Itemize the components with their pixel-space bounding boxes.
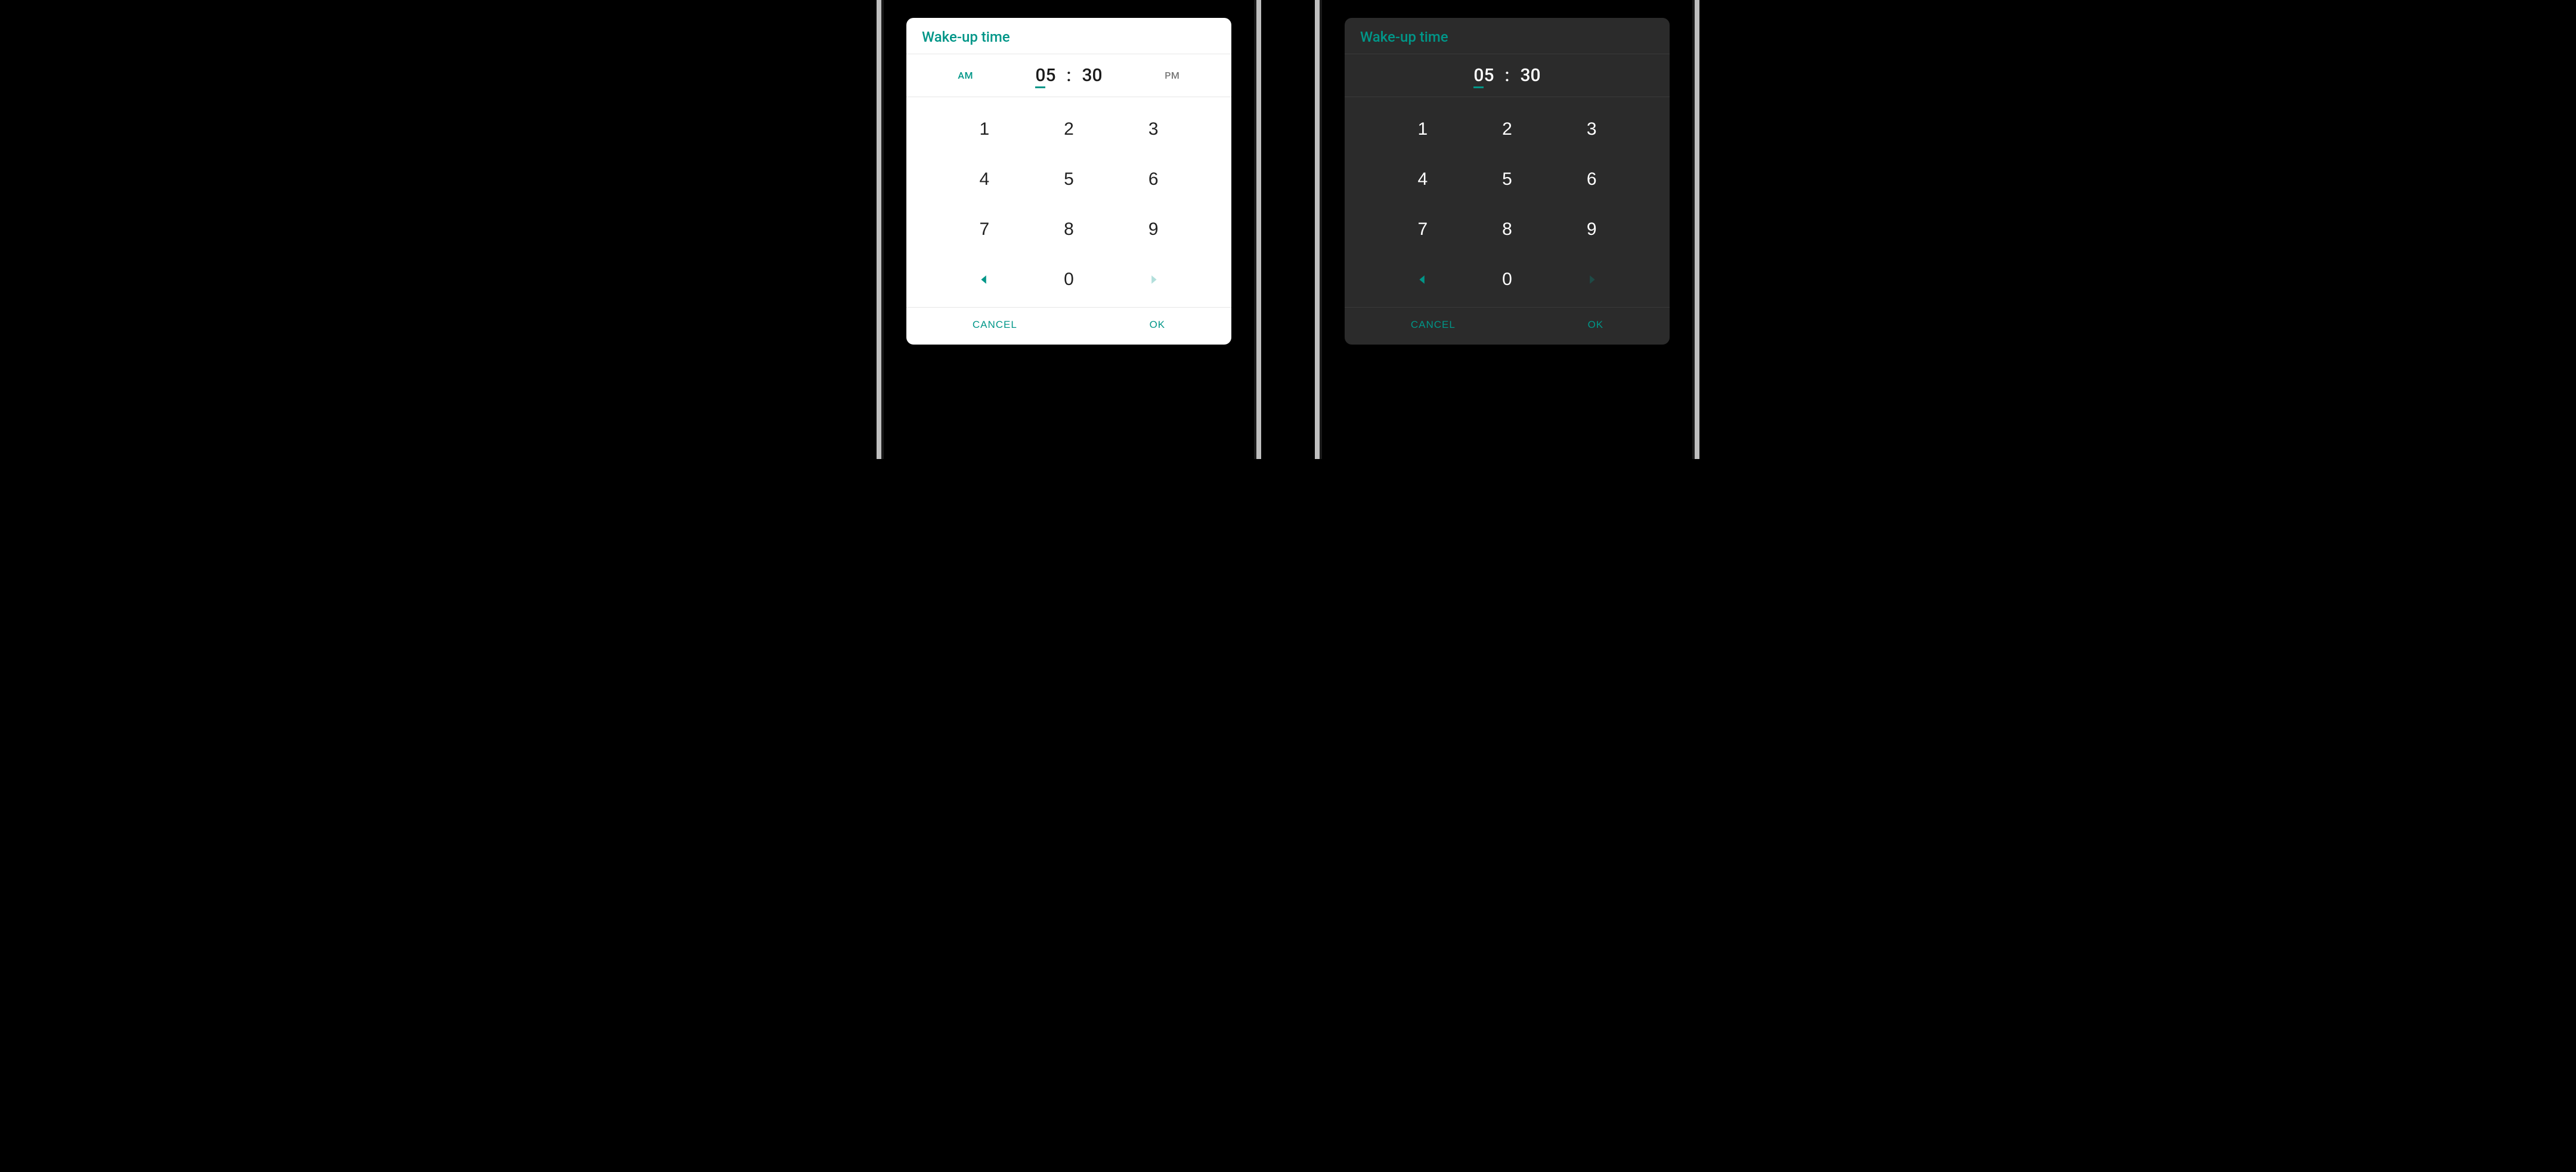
dialog-title: Wake-up time (906, 18, 1231, 54)
keypad-9[interactable]: 9 (1549, 219, 1634, 240)
minute-field[interactable]: 30 (1520, 65, 1540, 86)
keypad-7[interactable]: 7 (942, 219, 1027, 240)
keypad-6[interactable]: 6 (1549, 169, 1634, 190)
dialog-title: Wake-up time (1345, 18, 1670, 54)
cancel-button[interactable]: CANCEL (969, 318, 1021, 331)
time-display-row: AM 05 : 30 PM (906, 54, 1231, 97)
phone-screen-light: Wake-up time AM 05 : 30 PM 1 2 3 4 5 6 7 (894, 0, 1243, 459)
keypad-2[interactable]: 2 (1465, 119, 1550, 140)
keypad-7[interactable]: 7 (1380, 219, 1465, 240)
numeric-keypad: 1 2 3 4 5 6 7 8 9 0 (906, 97, 1231, 307)
hour-field[interactable]: 05 (1035, 65, 1055, 86)
dialog-footer: CANCEL OK (1345, 308, 1670, 345)
keypad-2[interactable]: 2 (1027, 119, 1111, 140)
time-display-row: AM 05 : 30 PM (1345, 54, 1670, 97)
hour-digit-second: 5 (1484, 65, 1494, 86)
ok-button[interactable]: OK (1146, 318, 1169, 331)
keypad-6[interactable]: 6 (1111, 169, 1196, 190)
time-separator: : (1505, 65, 1510, 86)
keypad-1[interactable]: 1 (1380, 119, 1465, 140)
hour-digit-second: 5 (1045, 65, 1055, 86)
triangle-left-icon[interactable] (1380, 269, 1465, 290)
phone-screen-dark: Wake-up time AM 05 : 30 PM 1 2 3 4 5 6 7 (1333, 0, 1682, 459)
hour-digit-active: 0 (1473, 65, 1484, 86)
hour-field[interactable]: 05 (1473, 65, 1494, 86)
keypad-1[interactable]: 1 (942, 119, 1027, 140)
triangle-right-icon[interactable] (1549, 269, 1634, 290)
keypad-5[interactable]: 5 (1027, 169, 1111, 190)
phone-frame-light: Wake-up time AM 05 : 30 PM 1 2 3 4 5 6 7 (877, 0, 1261, 459)
pm-toggle[interactable]: PM (1165, 70, 1179, 81)
dialog-footer: CANCEL OK (906, 308, 1231, 345)
keypad-9[interactable]: 9 (1111, 219, 1196, 240)
time-separator: : (1067, 65, 1072, 86)
triangle-right-icon[interactable] (1111, 269, 1196, 290)
keypad-4[interactable]: 4 (1380, 169, 1465, 190)
keypad-0[interactable]: 0 (1465, 269, 1550, 290)
hour-digit-active: 0 (1035, 65, 1045, 86)
keypad-0[interactable]: 0 (1027, 269, 1111, 290)
cancel-button[interactable]: CANCEL (1407, 318, 1459, 331)
phone-frame-dark: Wake-up time AM 05 : 30 PM 1 2 3 4 5 6 7 (1315, 0, 1699, 459)
am-toggle[interactable]: AM (958, 70, 973, 81)
time-picker-dialog: Wake-up time AM 05 : 30 PM 1 2 3 4 5 6 7 (906, 18, 1231, 345)
keypad-3[interactable]: 3 (1549, 119, 1634, 140)
keypad-8[interactable]: 8 (1465, 219, 1550, 240)
triangle-left-icon[interactable] (942, 269, 1027, 290)
keypad-4[interactable]: 4 (942, 169, 1027, 190)
ok-button[interactable]: OK (1584, 318, 1608, 331)
minute-field[interactable]: 30 (1082, 65, 1102, 86)
keypad-3[interactable]: 3 (1111, 119, 1196, 140)
keypad-8[interactable]: 8 (1027, 219, 1111, 240)
numeric-keypad: 1 2 3 4 5 6 7 8 9 0 (1345, 97, 1670, 307)
time-picker-dialog: Wake-up time AM 05 : 30 PM 1 2 3 4 5 6 7 (1345, 18, 1670, 345)
keypad-5[interactable]: 5 (1465, 169, 1550, 190)
